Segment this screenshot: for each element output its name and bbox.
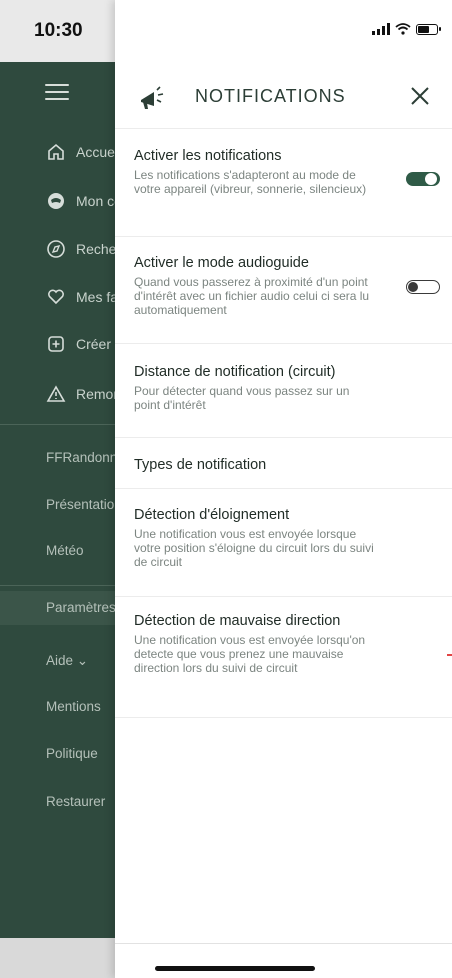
drawer-item-label: Remonter: [76, 386, 116, 402]
divider: [115, 437, 452, 438]
drawer-item-label: Mon compte: [76, 193, 116, 209]
heart-icon: [46, 287, 66, 307]
setting-wrong-direction-detection[interactable]: Détection de mauvaise direction Une noti…: [115, 613, 452, 718]
drawer-item-create[interactable]: Créer: [46, 331, 116, 357]
compass-icon: [46, 239, 66, 259]
divider: [115, 717, 452, 718]
setting-title: Types de notification: [134, 457, 267, 473]
drawer-item-label: Accueil: [76, 144, 116, 160]
close-icon[interactable]: [406, 82, 434, 110]
home-indicator[interactable]: [155, 966, 315, 971]
drawer-section-ffrando[interactable]: FFRandonnée: [46, 450, 116, 465]
navigation-drawer: 10:30 Accueil Mon compte Recherche Mes f…: [0, 0, 116, 978]
setting-description: Les notifications s'adapteront au mode d…: [134, 168, 367, 196]
panel-header: NOTIFICATIONS: [115, 68, 452, 126]
setting-distance-detection[interactable]: Détection d'éloignement Une notification…: [115, 507, 452, 597]
setting-description: Pour détecter quand vous passez sur un p…: [134, 384, 350, 412]
divider: [115, 343, 452, 344]
drawer-item-label: Recherche: [76, 241, 116, 257]
setting-title: Détection d'éloignement: [134, 507, 290, 523]
drawer-item-favorites[interactable]: Mes favoris: [46, 284, 116, 310]
drawer-section-help[interactable]: Aide ⌄: [46, 653, 116, 669]
drawer-section-policy[interactable]: Politique: [46, 746, 116, 761]
drawer-section-meteo[interactable]: Météo: [46, 543, 116, 558]
setting-title: Détection de mauvaise direction: [134, 613, 341, 629]
divider: [115, 488, 452, 489]
drawer-item-home[interactable]: Accueil: [46, 139, 116, 165]
drawer-bottom-band: [0, 938, 115, 978]
drawer-divider: [0, 585, 115, 586]
drawer-item-search[interactable]: Recherche: [46, 236, 116, 262]
drawer-section-mentions[interactable]: Mentions: [46, 699, 116, 714]
setting-enable-notifications: Activer les notifications Les notificati…: [115, 148, 452, 237]
divider: [115, 596, 452, 597]
megaphone-icon: [141, 86, 164, 109]
account-icon: [46, 191, 66, 211]
home-icon: [46, 142, 66, 162]
header-divider: [115, 128, 452, 129]
status-bar: [115, 0, 452, 62]
setting-notification-distance[interactable]: Distance de notification (circuit) Pour …: [115, 364, 452, 438]
setting-description: Quand vous passerez à proximité d'un poi…: [134, 275, 370, 317]
setting-description: Une notification vous est envoyée lorsqu…: [134, 527, 374, 569]
drawer-item-label: Créer: [76, 336, 112, 352]
panel-title: NOTIFICATIONS: [195, 86, 346, 106]
bottom-divider: [115, 943, 452, 944]
plus-square-icon: [46, 334, 66, 354]
drawer-item-account[interactable]: Mon compte: [46, 188, 116, 214]
status-bar-left: 10:30: [0, 0, 115, 62]
divider: [115, 236, 452, 237]
setting-audioguide: Activer le mode audioguide Quand vous pa…: [115, 255, 452, 344]
battery-icon: [416, 23, 441, 35]
audioguide-toggle[interactable]: [406, 280, 440, 294]
hamburger-menu-icon[interactable]: [45, 84, 69, 100]
warning-icon: [46, 384, 66, 404]
drawer-item-report[interactable]: Remonter: [46, 381, 116, 407]
cellular-signal-icon: [372, 23, 390, 35]
setting-description: Une notification vous est envoyée lorsqu…: [134, 633, 366, 675]
setting-title: Activer les notifications: [134, 148, 282, 164]
setting-notification-types[interactable]: Types de notification: [115, 457, 452, 489]
setting-title: Distance de notification (circuit): [134, 364, 336, 380]
notifications-panel: NOTIFICATIONS Activer les notifications …: [115, 0, 452, 978]
drawer-item-label: Mes favoris: [76, 289, 116, 305]
drawer-section-restore[interactable]: Restaurer: [46, 794, 116, 809]
drawer-section-presentation[interactable]: Présentation: [46, 497, 116, 512]
drawer-section-settings[interactable]: Paramètres: [46, 600, 116, 615]
status-icons: [372, 23, 441, 35]
setting-title: Activer le mode audioguide: [134, 255, 309, 271]
drawer-divider: [0, 424, 115, 425]
status-time: 10:30: [34, 20, 83, 41]
annotation-mark: [447, 654, 452, 656]
notifications-toggle[interactable]: [406, 172, 440, 186]
wifi-icon: [395, 23, 411, 35]
